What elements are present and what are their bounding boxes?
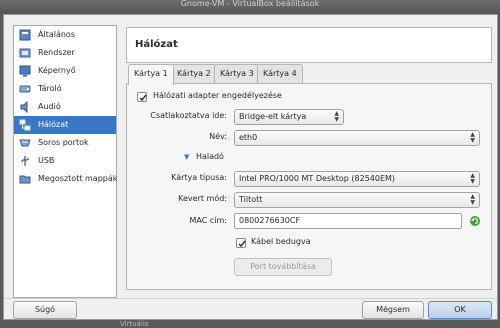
sidebar-item-label: Képernyő [38,66,76,75]
checkmark-icon [139,94,147,102]
ok-button[interactable]: OK [428,301,492,319]
select-arrows-icon: ▲ ▼ [470,193,475,206]
sidebar-item-network[interactable]: Hálózat [14,116,116,134]
serial-port-icon [19,137,31,149]
select-arrows-icon: ▲ ▼ [470,172,475,185]
tab-adapter-4[interactable]: Kártya 4 [257,64,303,84]
attached-to-label: Csatlakoztatva ide: [150,111,227,120]
name-value: eth0 [239,133,258,142]
display-icon [19,65,31,77]
settings-dialog: Általános Rendszer Képernyő Tároló Audió [3,14,498,320]
port-forwarding-button[interactable]: Port továbbítása [234,258,332,276]
sidebar-item-general[interactable]: Általános [14,26,116,44]
enable-adapter-label: Hálózati adapter engedélyezése [153,91,282,100]
sidebar-item-label: Megosztott mappák [38,174,118,183]
page-title: Hálózat [126,27,492,63]
background-window-text: Virtuális [120,320,149,328]
cancel-button[interactable]: Mégsem [362,301,424,319]
sidebar-item-shared-folders[interactable]: Megosztott mappák [14,170,118,188]
shared-folder-icon [19,173,31,185]
sidebar-item-label: Hálózat [38,120,69,129]
cable-connected-label: Kábel bedugva [251,237,311,246]
audio-icon [19,100,31,114]
footer-divider [4,298,497,299]
select-arrows-icon: ▲ ▼ [334,110,339,123]
adapter-type-label: Kártya típusa: [171,173,227,182]
sidebar-item-label: Tároló [38,84,62,93]
settings-sidebar: Általános Rendszer Képernyő Tároló Audió [13,25,117,298]
mac-address-label: MAC cím: [189,216,227,225]
tab-adapter-2[interactable]: Kártya 2 [171,64,217,84]
refresh-mac-icon[interactable] [469,215,481,229]
checkmark-icon [238,240,246,248]
sidebar-item-audio[interactable]: Audió [14,98,116,116]
sidebar-item-system[interactable]: Rendszer [14,44,116,62]
sidebar-item-label: Audió [38,102,61,111]
advanced-toggle[interactable]: ▼ Haladó [184,152,224,161]
cable-connected-checkbox[interactable] [236,238,246,248]
attached-to-value: Bridge-elt kártya [239,112,307,121]
adapter-panel: Hálózati adapter engedélyezése Csatlakoz… [126,83,492,290]
promiscuous-mode-value: Tiltott [239,195,263,204]
promiscuous-mode-label: Kevert mód: [178,194,227,203]
attached-to-select[interactable]: Bridge-elt kártya ▲ ▼ [234,109,344,125]
sidebar-item-label: Soros portok [38,138,89,147]
sidebar-item-serial-ports[interactable]: Soros portok [14,134,116,152]
storage-icon [19,83,31,95]
expand-arrow-icon: ▼ [184,153,190,161]
select-arrows-icon: ▲ ▼ [470,131,475,144]
adapter-type-value: Intel PRO/1000 MT Desktop (82540EM) [239,174,396,183]
network-icon [19,119,31,131]
sidebar-item-label: Általános [38,30,75,39]
sidebar-item-usb[interactable]: USB [14,152,116,170]
advanced-label: Haladó [195,152,224,161]
general-icon [19,29,31,41]
tab-adapter-1[interactable]: Kártya 1 [128,64,174,85]
adapter-type-select[interactable]: Intel PRO/1000 MT Desktop (82540EM) ▲ ▼ [234,171,480,187]
sidebar-item-storage[interactable]: Tároló [14,80,116,98]
promiscuous-mode-select[interactable]: Tiltott ▲ ▼ [234,192,480,208]
window-titlebar: Gnome-VM - VirtualBox beállítások [0,0,500,14]
sidebar-item-label: USB [38,156,55,165]
usb-icon [19,155,31,167]
enable-adapter-checkbox[interactable] [137,92,147,102]
system-icon [19,47,31,59]
window-title: Gnome-VM - VirtualBox beállítások [180,0,320,8]
name-label: Név: [209,132,227,141]
sidebar-item-label: Rendszer [38,48,75,57]
name-select[interactable]: eth0 ▲ ▼ [234,130,480,146]
help-button[interactable]: Súgó [13,301,77,319]
sidebar-item-display[interactable]: Képernyő [14,62,116,80]
mac-address-input[interactable]: 0800276630CF [234,213,462,229]
tab-adapter-3[interactable]: Kártya 3 [214,64,260,84]
